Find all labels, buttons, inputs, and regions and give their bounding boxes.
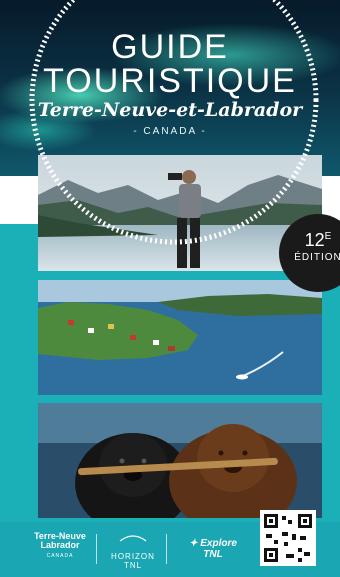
guide-cover: GUIDE TOURISTIQUE Terre-Neuve-et-Labrado… (0, 0, 340, 577)
photo-coastal-village (38, 280, 322, 395)
footer-divider (96, 534, 97, 564)
cover-title-line2: TOURISTIQUE (43, 62, 297, 100)
logo3-name: Explore TNL (200, 538, 237, 560)
explore-feather-icon: ✦ (189, 538, 198, 549)
cover-country: - CANADA - (133, 126, 207, 137)
horizon-arc-icon (119, 535, 147, 542)
edition-label: ÉDITION (294, 252, 340, 263)
logo2-name: HORIZON (111, 552, 155, 561)
photo-newfoundland-dogs (38, 403, 322, 518)
logo-explore-tnl: ✦ Explore TNL (178, 538, 248, 560)
logo-terre-neuve-labrador: Terre-Neuve Labrador CANADA (30, 532, 90, 561)
logo1-tag: CANADA (46, 553, 74, 559)
cover-subtitle: Terre-Neuve-et-Labrador (37, 99, 303, 121)
logo-horizon-tnl: HORIZON TNL (108, 534, 158, 570)
edition-number: 12E (304, 230, 332, 250)
footer-divider (166, 534, 167, 564)
logo2-sub: TNL (123, 561, 143, 570)
logo1-line2: Labrador (40, 540, 80, 550)
qr-code-icon (264, 514, 312, 562)
edition-suffix: E (324, 231, 332, 242)
qr-code[interactable] (260, 510, 316, 566)
